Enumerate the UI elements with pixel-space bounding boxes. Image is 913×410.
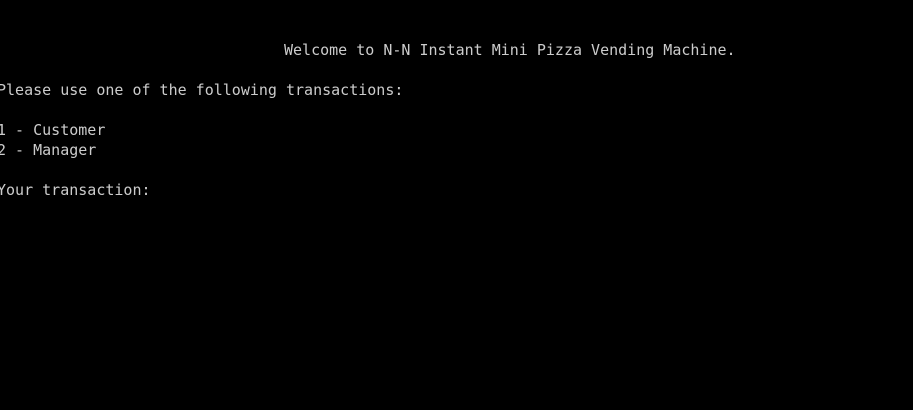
transaction-input-row[interactable]: Your transaction: bbox=[0, 180, 169, 200]
transaction-prompt: Please use one of the following transact… bbox=[0, 81, 404, 99]
option-customer: 1 - Customer bbox=[0, 121, 106, 139]
console-window[interactable]: Welcome to N-N Instant Mini Pizza Vendin… bbox=[0, 0, 913, 410]
option-manager: 2 - Manager bbox=[0, 141, 97, 159]
welcome-message: Welcome to N-N Instant Mini Pizza Vendin… bbox=[284, 41, 736, 59]
transaction-input-label: Your transaction: bbox=[0, 181, 151, 199]
